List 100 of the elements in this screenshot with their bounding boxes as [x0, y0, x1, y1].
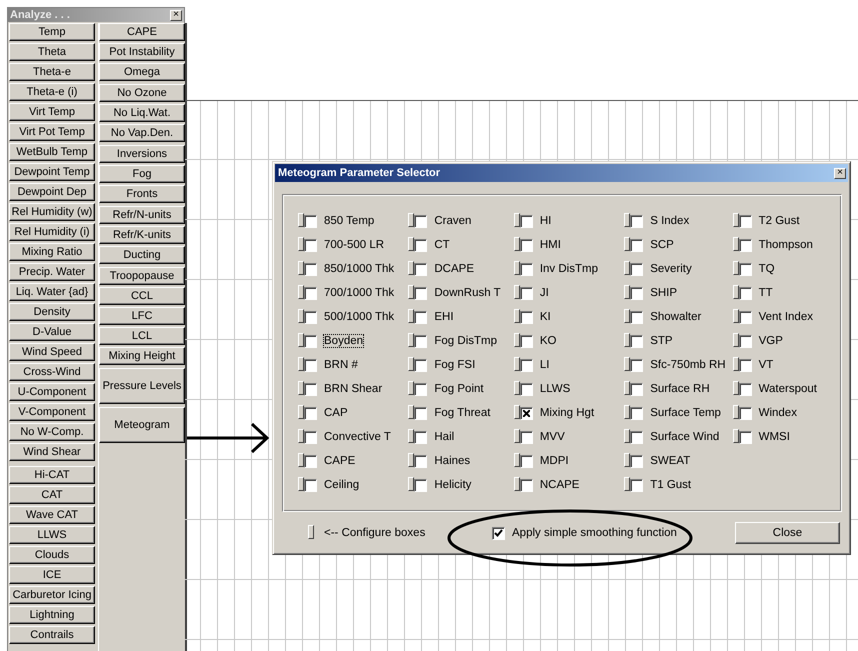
- checkbox[interactable]: [738, 334, 752, 348]
- configure-toggle[interactable]: [298, 213, 304, 227]
- analysis-button[interactable]: LLWS: [9, 526, 95, 544]
- configure-toggle[interactable]: [624, 309, 630, 323]
- analysis-button[interactable]: No Ozone: [99, 84, 185, 102]
- configure-toggle[interactable]: [298, 285, 304, 299]
- configure-toggle[interactable]: [298, 333, 304, 347]
- configure-toggle[interactable]: [298, 357, 304, 371]
- configure-toggle[interactable]: [408, 405, 414, 419]
- checkbox[interactable]: [630, 478, 644, 492]
- checkbox[interactable]: [520, 238, 533, 252]
- configure-toggle[interactable]: [298, 381, 304, 395]
- checkbox[interactable]: [630, 334, 644, 348]
- checkbox[interactable]: [520, 214, 533, 228]
- configure-toggle[interactable]: [732, 261, 739, 275]
- checkbox[interactable]: [630, 358, 644, 372]
- checkbox[interactable]: [304, 478, 317, 492]
- checkbox[interactable]: [414, 238, 428, 252]
- analysis-button[interactable]: Fronts: [99, 185, 185, 203]
- checkbox[interactable]: [738, 358, 752, 372]
- analysis-button[interactable]: Meteogram: [99, 407, 185, 443]
- checkbox[interactable]: [304, 358, 317, 372]
- configure-toggle[interactable]: [408, 333, 414, 347]
- analysis-button[interactable]: No Vap.Den.: [99, 124, 185, 142]
- configure-toggle[interactable]: [514, 381, 520, 395]
- checkbox[interactable]: [520, 382, 533, 396]
- configure-toggle[interactable]: [514, 429, 520, 443]
- close-button[interactable]: ×: [834, 168, 846, 178]
- analysis-button[interactable]: LCL: [99, 327, 185, 345]
- checkbox[interactable]: [304, 238, 317, 252]
- analysis-button[interactable]: Wave CAT: [9, 506, 95, 524]
- configure-toggle[interactable]: [732, 213, 739, 227]
- analysis-button[interactable]: Contrails: [9, 626, 95, 644]
- analysis-button[interactable]: Pressure Levels: [99, 368, 185, 404]
- configure-toggle[interactable]: [514, 309, 520, 323]
- configure-toggle[interactable]: [514, 261, 520, 275]
- checkbox[interactable]: [492, 526, 505, 540]
- configure-toggle[interactable]: [408, 285, 414, 299]
- configure-toggle[interactable]: [732, 429, 739, 443]
- analysis-button[interactable]: U-Component: [9, 383, 95, 401]
- checkbox[interactable]: [414, 262, 428, 276]
- checkbox[interactable]: [520, 430, 533, 444]
- configure-toggle[interactable]: [514, 237, 520, 251]
- checkbox[interactable]: [738, 382, 752, 396]
- checkbox[interactable]: [630, 286, 644, 300]
- checkbox[interactable]: [520, 406, 533, 420]
- checkbox[interactable]: [304, 262, 317, 276]
- configure-toggle[interactable]: [732, 309, 739, 323]
- analysis-button[interactable]: Wind Shear: [9, 443, 95, 461]
- configure-toggle[interactable]: [298, 405, 304, 419]
- configure-toggle[interactable]: [732, 357, 739, 371]
- checkbox[interactable]: [414, 430, 428, 444]
- checkbox[interactable]: [630, 430, 644, 444]
- analysis-button[interactable]: ICE: [9, 566, 95, 584]
- analysis-button[interactable]: CAPE: [99, 23, 185, 41]
- checkbox[interactable]: [414, 310, 428, 324]
- configure-toggle[interactable]: [408, 261, 414, 275]
- checkbox[interactable]: [414, 358, 428, 372]
- checkbox[interactable]: [304, 382, 317, 396]
- configure-toggle[interactable]: [408, 213, 414, 227]
- configure-toggle[interactable]: [408, 453, 414, 467]
- analysis-button[interactable]: V-Component: [9, 403, 95, 421]
- checkbox[interactable]: [304, 310, 317, 324]
- checkbox[interactable]: [738, 214, 752, 228]
- checkbox[interactable]: [630, 262, 644, 276]
- analysis-button[interactable]: Omega: [99, 63, 185, 81]
- checkbox[interactable]: [520, 262, 533, 276]
- checkbox[interactable]: [414, 406, 428, 420]
- analysis-button[interactable]: LFC: [99, 307, 185, 325]
- configure-toggle[interactable]: [732, 285, 739, 299]
- checkbox[interactable]: [738, 238, 752, 252]
- configure-toggle[interactable]: [624, 477, 630, 491]
- configure-toggle[interactable]: [408, 381, 414, 395]
- configure-toggle[interactable]: [732, 333, 739, 347]
- analysis-button[interactable]: Precip. Water: [9, 263, 95, 281]
- configure-toggle[interactable]: [624, 261, 630, 275]
- checkbox[interactable]: [414, 214, 428, 228]
- checkbox[interactable]: [304, 406, 317, 420]
- analysis-button[interactable]: Virt Temp: [9, 103, 95, 121]
- configure-toggle[interactable]: [624, 381, 630, 395]
- checkbox[interactable]: [520, 358, 533, 372]
- configure-toggle[interactable]: [514, 285, 520, 299]
- analysis-button[interactable]: Rel Humidity (w): [9, 203, 95, 221]
- checkbox[interactable]: [630, 310, 644, 324]
- configure-toggle[interactable]: [624, 285, 630, 299]
- checkbox[interactable]: [630, 214, 644, 228]
- checkbox[interactable]: [738, 430, 752, 444]
- analysis-button[interactable]: Dewpoint Temp: [9, 163, 95, 181]
- analysis-button[interactable]: Theta: [9, 43, 95, 61]
- configure-toggle[interactable]: [624, 453, 630, 467]
- configure-toggle[interactable]: [514, 357, 520, 371]
- configure-toggle[interactable]: [514, 405, 520, 419]
- analysis-button[interactable]: Lightning: [9, 606, 95, 624]
- configure-toggle[interactable]: [732, 405, 739, 419]
- configure-toggle[interactable]: [298, 309, 304, 323]
- analysis-button[interactable]: Temp: [9, 23, 95, 41]
- checkbox[interactable]: [414, 286, 428, 300]
- analysis-button[interactable]: Liq. Water {ad}: [9, 283, 95, 301]
- configure-toggle[interactable]: [408, 309, 414, 323]
- analysis-button[interactable]: Ducting: [99, 246, 185, 264]
